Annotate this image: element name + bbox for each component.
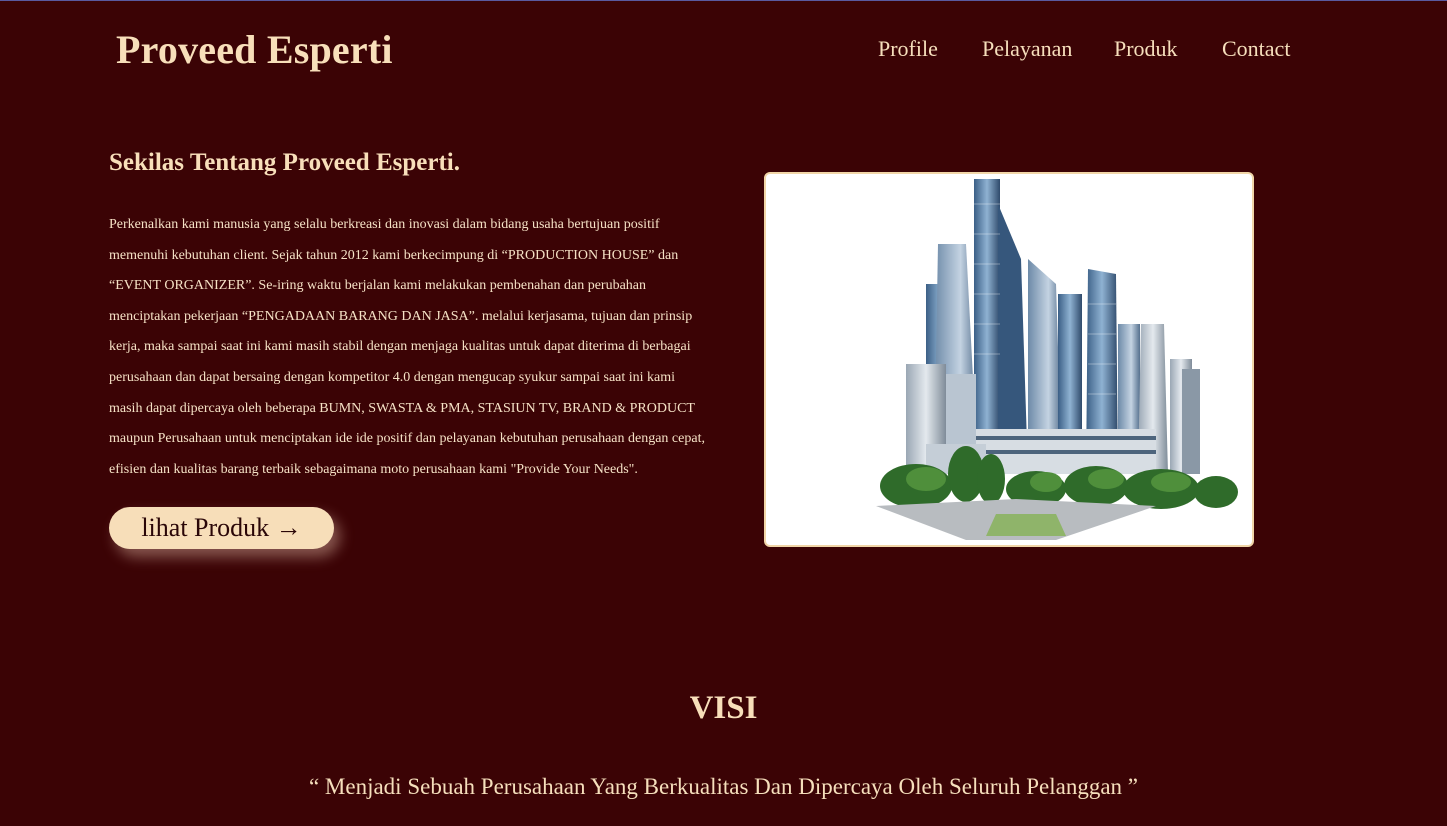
nav-profile[interactable]: Profile: [878, 36, 938, 62]
nav-contact[interactable]: Contact: [1222, 36, 1290, 62]
top-border-line: [0, 0, 1447, 1]
visi-title: VISI: [689, 690, 758, 726]
brand-logo[interactable]: Proveed Esperti: [116, 26, 393, 73]
buildings-illustration: [876, 179, 1238, 540]
about-line: perusahaan dan dapat bersaing dengan kom…: [109, 369, 676, 385]
nav-pelayanan[interactable]: Pelayanan: [982, 36, 1072, 62]
about-line: memenuhi kebutuhan client. Sejak tahun 2…: [109, 247, 679, 263]
visi-statement: “ Menjadi Sebuah Perusahaan Yang Berkual…: [308, 774, 1139, 799]
about-line: menciptakan pekerjaan “PENGADAAN BARANG …: [109, 308, 693, 324]
nav-produk[interactable]: Produk: [1114, 36, 1178, 62]
lihat-produk-button[interactable]: lihat Produk →: [109, 507, 334, 549]
about-line: masih dapat dipercaya oleh beberapa BUMN…: [109, 400, 695, 416]
about-line: kerja, maka sampai saat ini kami masih s…: [109, 339, 691, 355]
about-line: efisien dan kualitas barang terbaik seba…: [109, 461, 638, 477]
about-line: maupun Perusahaan untuk menciptakan ide …: [109, 431, 705, 447]
about-line: Perkenalkan kami manusia yang selalu ber…: [109, 217, 660, 232]
about-title: Sekilas Tentang Proveed Esperti.: [109, 149, 460, 176]
about-paragraph: Perkenalkan kami manusia yang selalu ber…: [109, 210, 729, 485]
city-buildings-image: [764, 172, 1254, 547]
about-line: “EVENT ORGANIZER”. Se-iring waktu berjal…: [109, 278, 647, 294]
